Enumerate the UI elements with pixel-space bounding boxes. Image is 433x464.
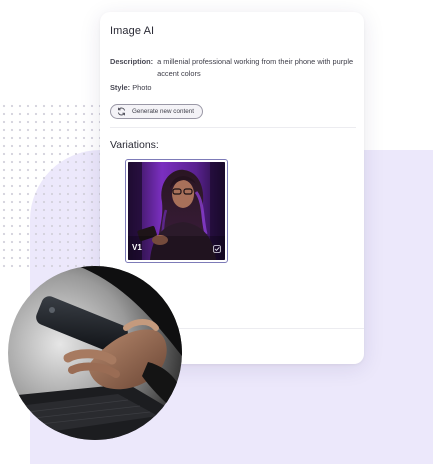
section-divider (110, 127, 356, 128)
style-row: Style: Photo (110, 83, 152, 92)
generate-new-content-button[interactable]: Generate new content (110, 104, 203, 119)
style-value: Photo (132, 83, 152, 92)
dot-grid-decoration (0, 102, 112, 272)
description-value: a millenial professional working from th… (157, 57, 354, 78)
description-row: Description: a millenial professional wo… (110, 56, 356, 80)
description-label: Description: (110, 57, 154, 66)
variations-heading: Variations: (110, 139, 159, 151)
variation-image: V1 (128, 162, 225, 260)
variation-label: V1 (132, 243, 142, 252)
stage: Image AI Description: a millenial profes… (0, 0, 433, 464)
style-label: Style: (110, 83, 131, 92)
portrait-illustration (128, 162, 225, 260)
checkbox-icon[interactable] (213, 245, 221, 253)
generate-button-label: Generate new content (132, 108, 194, 115)
refresh-icon (118, 107, 125, 116)
phone-hands-photo (8, 266, 182, 440)
phone-in-hands-illustration (8, 266, 182, 440)
variation-thumbnail-v1[interactable]: V1 (125, 159, 228, 263)
card-title: Image AI (110, 25, 155, 37)
